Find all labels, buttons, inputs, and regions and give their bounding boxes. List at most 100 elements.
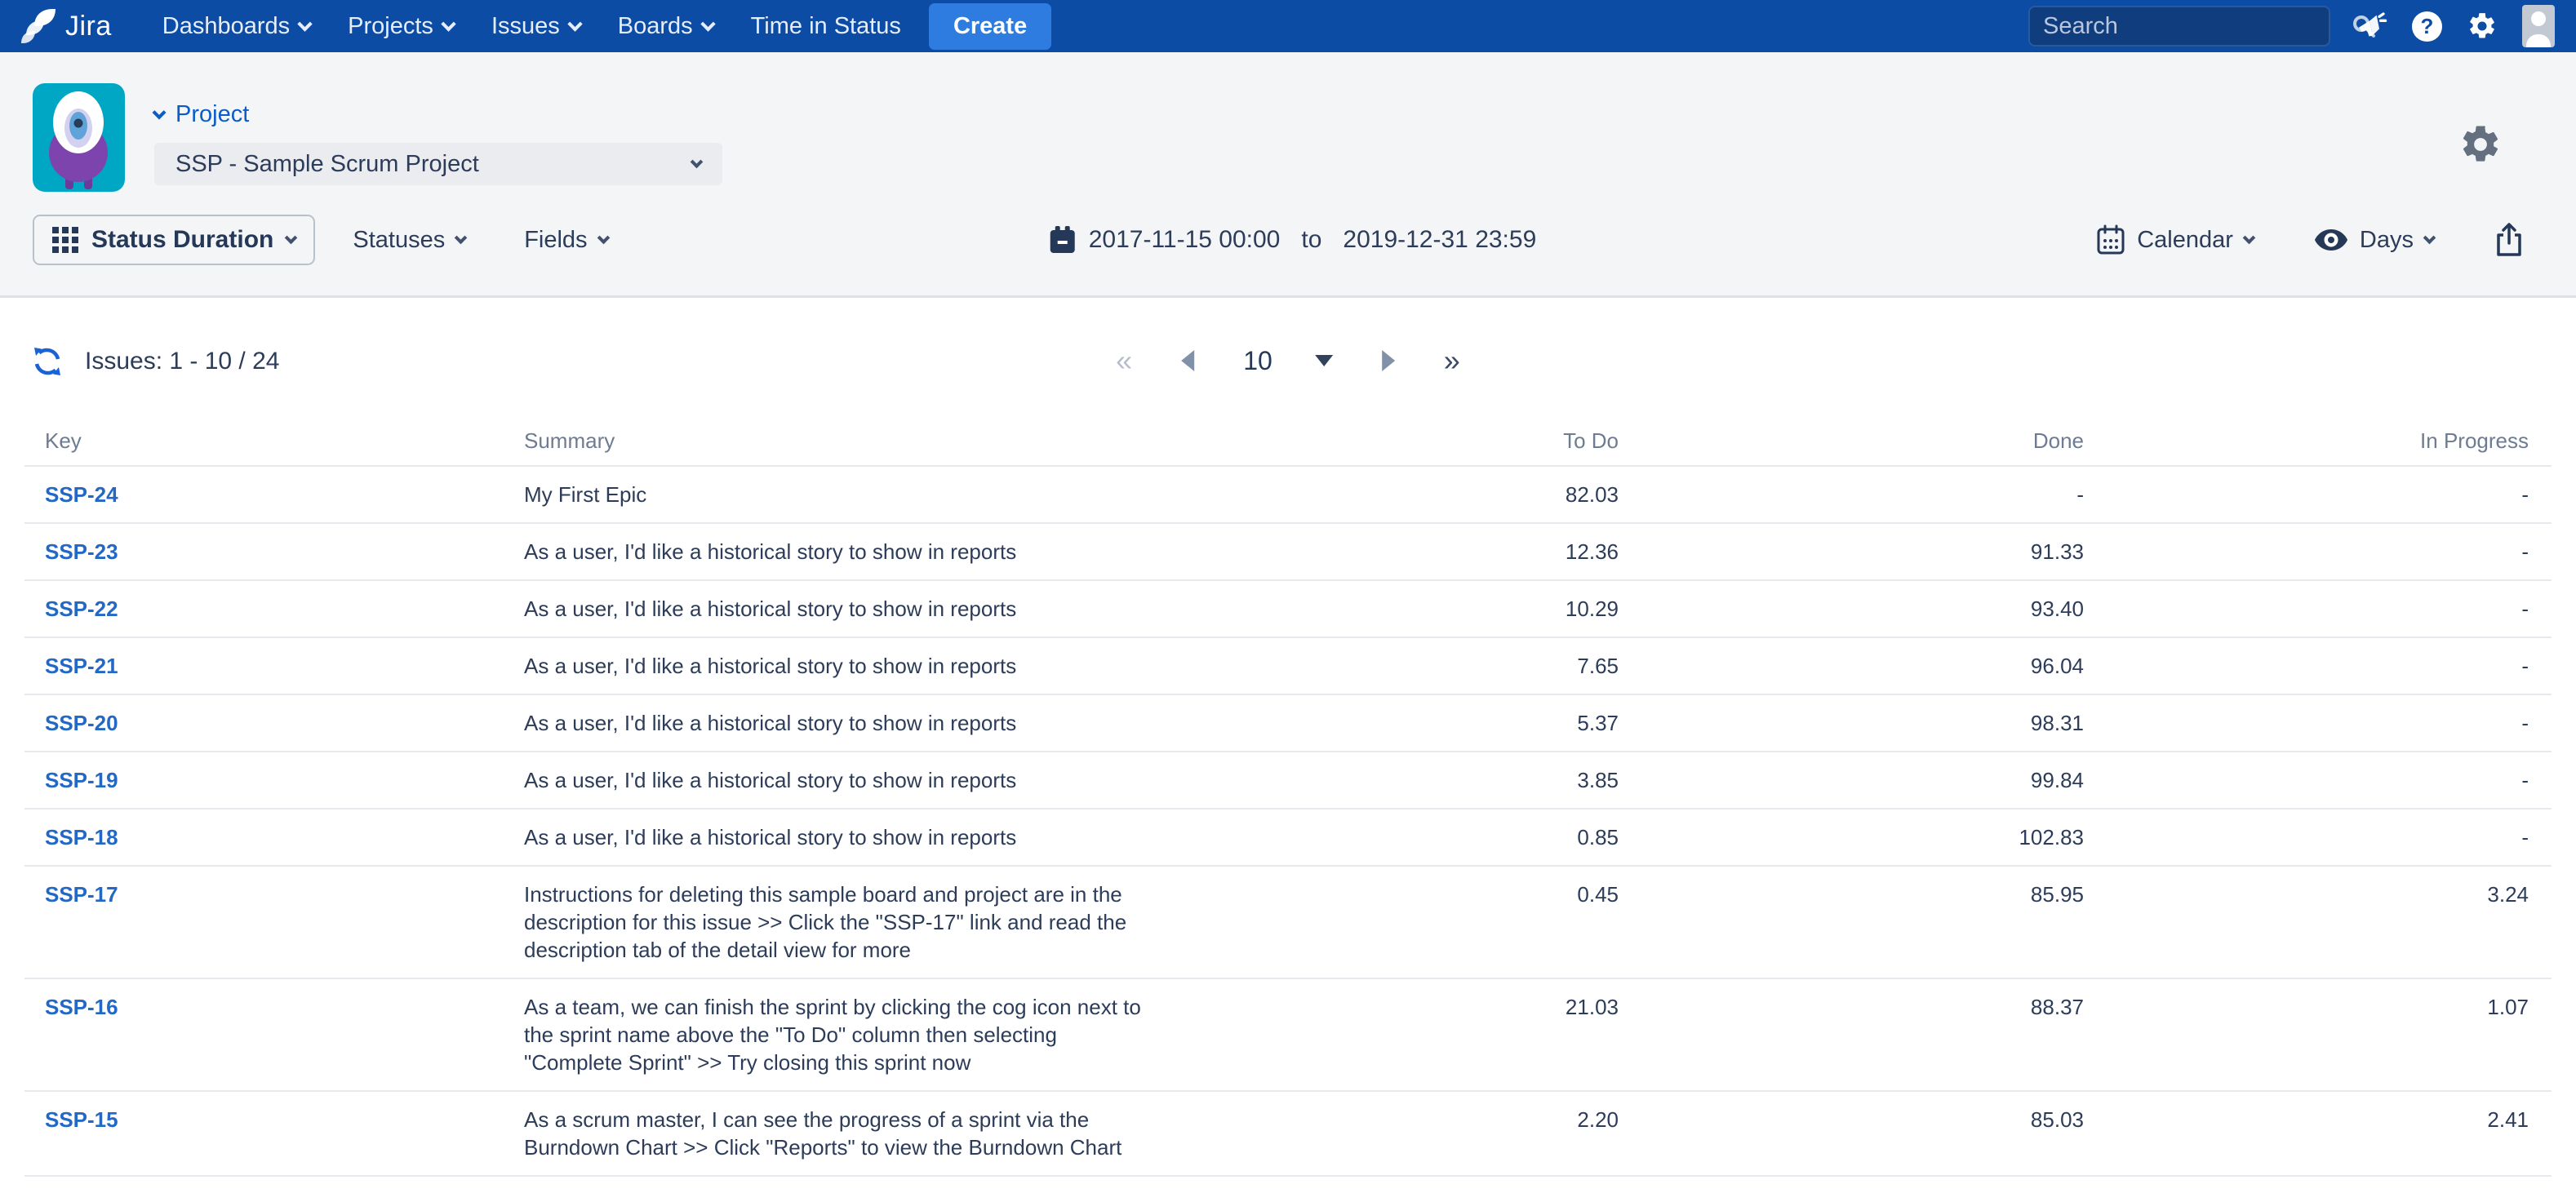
nav-item-projects[interactable]: Projects	[335, 5, 467, 48]
key-cell: SSP-21	[45, 638, 524, 694]
summary-cell: As a user, I'd like a historical story t…	[524, 581, 1161, 636]
todo-cell: 12.36	[1161, 524, 1619, 579]
summary-cell: Instructions for deleting this sample bo…	[524, 867, 1161, 978]
done-cell: 98.31	[1619, 695, 2084, 751]
summary-cell: As a user, I'd like a historical story t…	[524, 638, 1161, 694]
issues-table: Key Summary To Do Done In Progress SSP-2…	[24, 419, 2552, 1177]
table-row: SSP-23 As a user, I'd like a historical …	[24, 524, 2552, 581]
megaphone-icon[interactable]	[2355, 10, 2387, 42]
create-button[interactable]: Create	[929, 3, 1051, 50]
top-navigation: Jira Dashboards Projects Issues Boards T…	[0, 0, 2576, 52]
search-box[interactable]	[2028, 6, 2330, 47]
calendar-filled-icon	[1048, 224, 1077, 255]
avatar-head	[2531, 11, 2546, 26]
issue-key-link[interactable]: SSP-21	[45, 654, 118, 678]
chevron-down-icon	[700, 16, 715, 31]
time-unit-dropdown[interactable]: Days	[2314, 227, 2434, 254]
chevron-down-icon	[2243, 232, 2256, 245]
report-main: Issues: 1 - 10 / 24 « 10 » Key Summary T…	[0, 339, 2576, 1177]
project-select[interactable]: SSP - Sample Scrum Project	[154, 143, 722, 185]
key-cell: SSP-23	[45, 524, 524, 579]
statuses-dropdown[interactable]: Statuses	[353, 227, 465, 254]
next-page-button[interactable]	[1382, 350, 1395, 371]
chevron-down-icon	[567, 16, 582, 31]
settings-gear-icon[interactable]	[2458, 122, 2503, 166]
summary-cell: As a scrum master, I can see the progres…	[524, 1092, 1161, 1175]
calendar-type-dropdown[interactable]: Calendar	[2096, 224, 2254, 255]
previous-page-button[interactable]	[1181, 350, 1194, 371]
nav-item-label: Dashboards	[162, 13, 290, 40]
todo-cell: 21.03	[1161, 979, 1619, 1090]
chevron-down-icon	[597, 232, 610, 245]
in-progress-cell: -	[2084, 581, 2529, 636]
calendar-label: Calendar	[2137, 227, 2233, 254]
done-cell: -	[1619, 467, 2084, 522]
done-cell: 102.83	[1619, 809, 2084, 865]
in-progress-cell: 2.41	[2084, 1092, 2529, 1175]
table-row: SSP-20 As a user, I'd like a historical …	[24, 695, 2552, 752]
issue-key-link[interactable]: SSP-18	[45, 825, 118, 849]
issue-key-link[interactable]: SSP-20	[45, 711, 118, 735]
help-icon[interactable]: ?	[2412, 11, 2442, 42]
chevron-down-icon	[441, 16, 455, 31]
done-cell: 85.03	[1619, 1092, 2084, 1175]
nav-item-boards[interactable]: Boards	[605, 5, 726, 48]
grid-icon	[52, 227, 78, 253]
fields-dropdown[interactable]: Fields	[524, 227, 607, 254]
calendar-outline-icon	[2096, 224, 2125, 255]
project-label: Project	[175, 101, 249, 128]
done-cell: 96.04	[1619, 638, 2084, 694]
todo-cell: 10.29	[1161, 581, 1619, 636]
summary-cell: As a team, we can finish the sprint by c…	[524, 979, 1161, 1090]
table-row: SSP-19 As a user, I'd like a historical …	[24, 752, 2552, 809]
fields-label: Fields	[524, 227, 587, 254]
column-header-key: Key	[45, 419, 524, 465]
issue-key-link[interactable]: SSP-22	[45, 597, 118, 621]
table-row: SSP-16 As a team, we can finish the spri…	[24, 979, 2552, 1092]
summary-cell: As a user, I'd like a historical story t…	[524, 695, 1161, 751]
page-size-select[interactable]: 10	[1243, 346, 1333, 376]
project-collapse-toggle[interactable]: Project	[154, 101, 722, 128]
jira-mark-icon	[21, 7, 57, 45]
key-cell: SSP-15	[45, 1092, 524, 1175]
in-progress-cell: -	[2084, 752, 2529, 808]
date-separator: to	[1301, 226, 1321, 254]
issue-key-link[interactable]: SSP-23	[45, 539, 118, 564]
last-page-button[interactable]: »	[1444, 344, 1460, 378]
key-cell: SSP-16	[45, 979, 524, 1090]
results-bar: Issues: 1 - 10 / 24 « 10 »	[0, 339, 2576, 397]
key-cell: SSP-19	[45, 752, 524, 808]
issue-key-link[interactable]: SSP-24	[45, 482, 118, 507]
done-cell: 88.37	[1619, 979, 2084, 1090]
nav-item-label: Boards	[618, 13, 693, 40]
nav-item-issues[interactable]: Issues	[478, 5, 593, 48]
export-icon[interactable]	[2494, 222, 2524, 258]
nav-item-dashboards[interactable]: Dashboards	[149, 5, 323, 48]
jira-logo[interactable]: Jira	[21, 7, 112, 45]
date-range-picker[interactable]: 2017-11-15 00:00 to 2019-12-31 23:59	[1048, 224, 1537, 255]
in-progress-cell: 3.24	[2084, 867, 2529, 978]
search-input[interactable]	[2043, 13, 2351, 40]
todo-cell: 0.85	[1161, 809, 1619, 865]
key-cell: SSP-22	[45, 581, 524, 636]
gear-icon[interactable]	[2467, 11, 2498, 42]
issue-key-link[interactable]: SSP-15	[45, 1107, 118, 1132]
done-cell: 91.33	[1619, 524, 2084, 579]
summary-cell: As a user, I'd like a historical story t…	[524, 809, 1161, 865]
issue-key-link[interactable]: SSP-17	[45, 882, 118, 907]
nav-item-time-in-status[interactable]: Time in Status	[738, 5, 914, 48]
key-cell: SSP-17	[45, 867, 524, 978]
caret-down-icon	[1315, 355, 1333, 366]
user-avatar[interactable]	[2522, 5, 2555, 47]
column-header-done: Done	[1619, 419, 2084, 465]
statuses-label: Statuses	[353, 227, 445, 254]
issue-key-link[interactable]: SSP-19	[45, 768, 118, 792]
table-row: SSP-18 As a user, I'd like a historical …	[24, 809, 2552, 867]
done-cell: 85.95	[1619, 867, 2084, 978]
report-type-button[interactable]: Status Duration	[33, 215, 315, 265]
chevron-down-icon	[691, 156, 704, 169]
todo-cell: 2.20	[1161, 1092, 1619, 1175]
issue-key-link[interactable]: SSP-16	[45, 995, 118, 1019]
refresh-icon[interactable]	[31, 345, 64, 378]
first-page-button[interactable]: «	[1116, 344, 1132, 378]
